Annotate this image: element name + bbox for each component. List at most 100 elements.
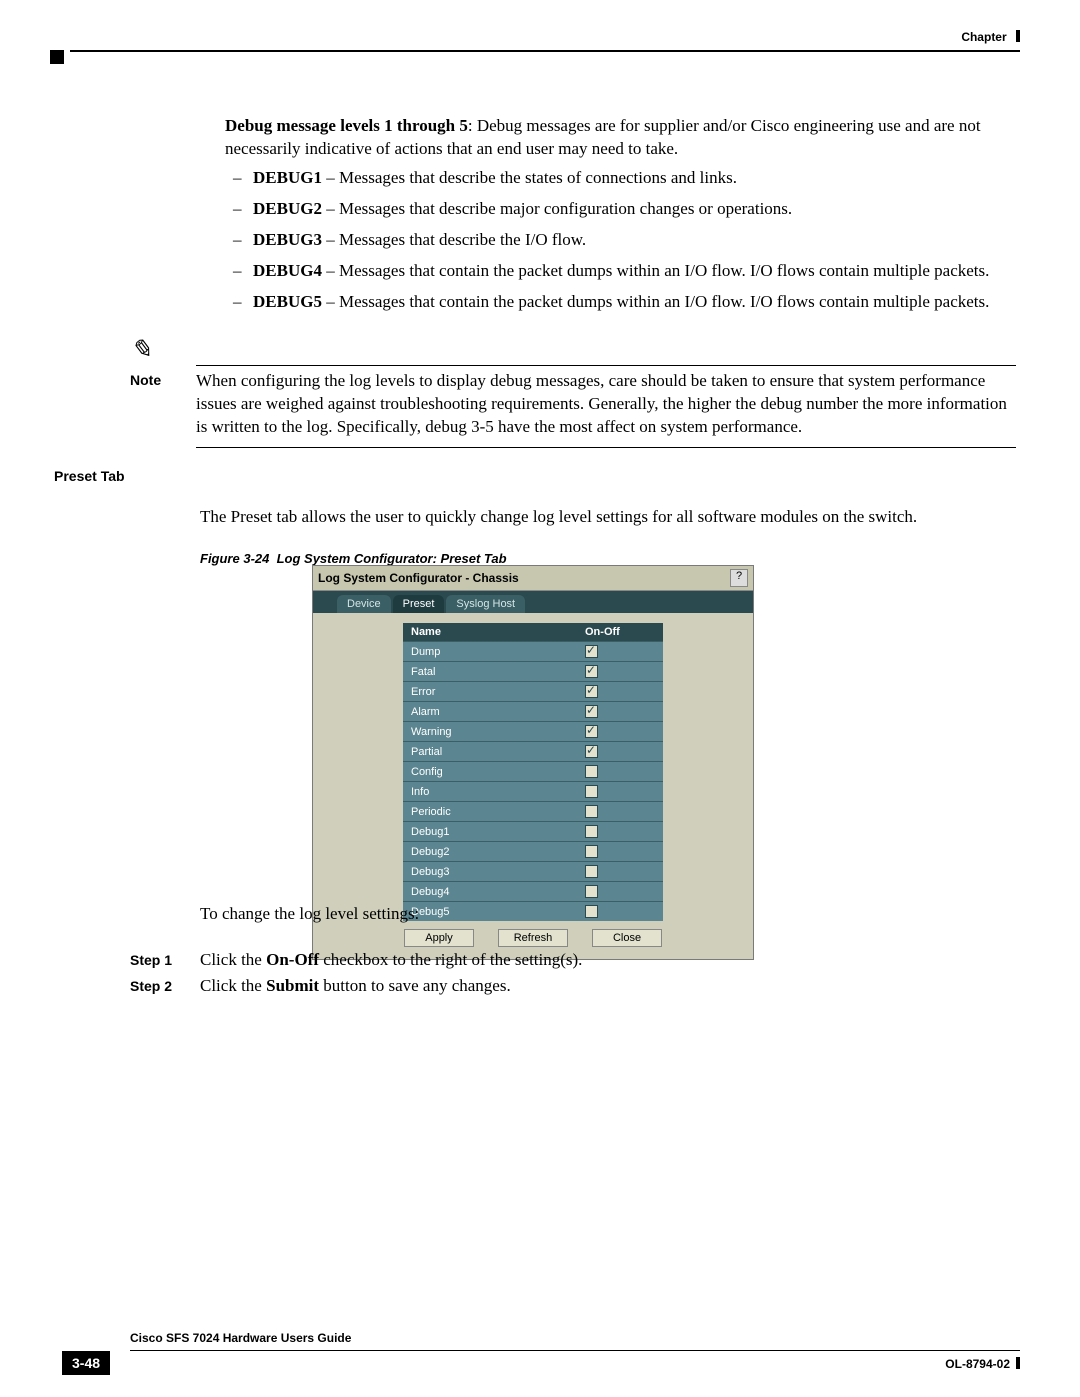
row-name: Warning	[403, 722, 577, 742]
row-name: Debug5	[403, 902, 577, 922]
figure-caption: Figure 3-24 Log System Configurator: Pre…	[200, 551, 507, 566]
chapter-text: Chapter	[961, 30, 1006, 44]
row-onoff-cell	[577, 682, 663, 702]
row-onoff-cell	[577, 842, 663, 862]
section-heading: Preset Tab	[54, 468, 125, 484]
note-top-rule	[196, 365, 1016, 366]
step2-text: Click the Submit button to save any chan…	[200, 976, 1016, 996]
step1-text: Click the On-Off checkbox to the right o…	[200, 950, 1016, 970]
debug-item: DEBUG4 – Messages that contain the packe…	[253, 260, 1016, 283]
row-name: Error	[403, 682, 577, 702]
onoff-checkbox[interactable]	[585, 805, 598, 818]
table-row: Debug5	[403, 902, 663, 922]
intro-bold: Debug message levels 1 through 5	[225, 116, 468, 135]
table-row: Debug3	[403, 862, 663, 882]
row-onoff-cell	[577, 662, 663, 682]
row-onoff-cell	[577, 862, 663, 882]
note-bottom-rule	[196, 447, 1016, 448]
debug-item: DEBUG3 – Messages that describe the I/O …	[253, 229, 1016, 252]
onoff-checkbox[interactable]	[585, 745, 598, 758]
row-onoff-cell	[577, 882, 663, 902]
footer-book-title: Cisco SFS 7024 Hardware Users Guide	[130, 1331, 351, 1345]
row-name: Config	[403, 762, 577, 782]
debug-item: DEBUG5 – Messages that contain the packe…	[253, 291, 1016, 314]
table-row: Info	[403, 782, 663, 802]
row-name: Debug1	[403, 822, 577, 842]
row-onoff-cell	[577, 742, 663, 762]
tab-device[interactable]: Device	[337, 595, 391, 613]
onoff-checkbox[interactable]	[585, 825, 598, 838]
onoff-checkbox[interactable]	[585, 705, 598, 718]
row-name: Info	[403, 782, 577, 802]
table-row: Debug4	[403, 882, 663, 902]
onoff-checkbox[interactable]	[585, 685, 598, 698]
onoff-checkbox[interactable]	[585, 865, 598, 878]
row-name: Debug4	[403, 882, 577, 902]
row-onoff-cell	[577, 902, 663, 922]
header-rule	[70, 50, 1020, 52]
onoff-checkbox[interactable]	[585, 765, 598, 778]
header-square-icon	[50, 50, 64, 64]
table-row: Periodic	[403, 802, 663, 822]
header-chapter-label: Chapter	[961, 30, 1020, 44]
footer-bar-icon	[1016, 1357, 1020, 1369]
figure-number: Figure 3-24	[200, 551, 269, 566]
pencil-icon: ✎	[130, 335, 1016, 365]
onoff-checkbox[interactable]	[585, 785, 598, 798]
onoff-checkbox[interactable]	[585, 665, 598, 678]
row-name: Debug2	[403, 842, 577, 862]
row-onoff-cell	[577, 782, 663, 802]
row-name: Partial	[403, 742, 577, 762]
row-name: Alarm	[403, 702, 577, 722]
row-onoff-cell	[577, 642, 663, 662]
table-row: Error	[403, 682, 663, 702]
section-body: The Preset tab allows the user to quickl…	[200, 506, 1016, 529]
row-onoff-cell	[577, 722, 663, 742]
table-row: Alarm	[403, 702, 663, 722]
onoff-checkbox[interactable]	[585, 725, 598, 738]
row-onoff-cell	[577, 762, 663, 782]
debug-item: DEBUG2 – Messages that describe major co…	[253, 198, 1016, 221]
figure-title: Log System Configurator: Preset Tab	[277, 551, 507, 566]
window-title: Log System Configurator - Chassis	[318, 571, 730, 585]
header-bar-icon	[1016, 30, 1020, 42]
close-button[interactable]: Close	[592, 929, 662, 947]
page-number: 3-48	[62, 1351, 110, 1375]
table-row: Fatal	[403, 662, 663, 682]
table-row: Dump	[403, 642, 663, 662]
table-row: Config	[403, 762, 663, 782]
table-row: Warning	[403, 722, 663, 742]
note-label: Note	[130, 370, 196, 439]
row-name: Fatal	[403, 662, 577, 682]
procedure-intro: To change the log level settings:	[200, 904, 419, 924]
onoff-checkbox[interactable]	[585, 645, 598, 658]
note-text: When configuring the log levels to displ…	[196, 370, 1016, 439]
onoff-checkbox[interactable]	[585, 905, 598, 918]
table-header-row: Name On-Off	[403, 623, 663, 642]
onoff-checkbox[interactable]	[585, 845, 598, 858]
col-name: Name	[403, 623, 577, 642]
table-row: Debug2	[403, 842, 663, 862]
row-name: Periodic	[403, 802, 577, 822]
help-button[interactable]: ?	[730, 569, 748, 587]
debug-item: DEBUG1 – Messages that describe the stat…	[253, 167, 1016, 190]
row-onoff-cell	[577, 822, 663, 842]
table-row: Debug1	[403, 822, 663, 842]
row-name: Debug3	[403, 862, 577, 882]
row-name: Dump	[403, 642, 577, 662]
col-onoff: On-Off	[577, 623, 663, 642]
footer-rule	[130, 1350, 1020, 1351]
row-onoff-cell	[577, 802, 663, 822]
tab-syslog-host[interactable]: Syslog Host	[446, 595, 525, 613]
step1-label: Step 1	[130, 950, 200, 970]
step2-label: Step 2	[130, 976, 200, 996]
refresh-button[interactable]: Refresh	[498, 929, 568, 947]
row-onoff-cell	[577, 702, 663, 722]
footer-doc-number: OL-8794-02	[945, 1357, 1020, 1371]
tab-preset[interactable]: Preset	[393, 595, 445, 613]
intro-paragraph: Debug message levels 1 through 5: Debug …	[225, 115, 1016, 161]
table-row: Partial	[403, 742, 663, 762]
onoff-checkbox[interactable]	[585, 885, 598, 898]
apply-button[interactable]: Apply	[404, 929, 474, 947]
screenshot-window: Log System Configurator - Chassis ? Devi…	[312, 565, 754, 960]
